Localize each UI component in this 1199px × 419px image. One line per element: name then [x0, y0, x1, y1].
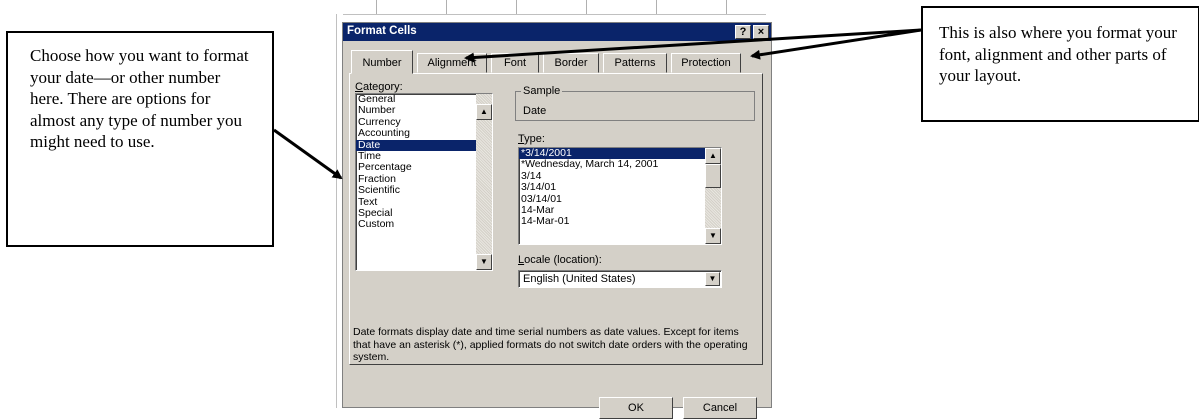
arrow-to-category-list [273, 128, 343, 180]
scroll-up-arrow-icon[interactable]: ▲ [476, 104, 492, 120]
tab-protection[interactable]: Protection [671, 53, 741, 73]
close-button[interactable]: × [753, 25, 769, 39]
type-item[interactable]: *Wednesday, March 14, 2001 [519, 158, 721, 170]
callout-category-text: Choose how you want to format your date—… [30, 46, 249, 151]
scrollbar-thumb[interactable] [705, 164, 721, 188]
callout-tabs-hint: This is also where you format your font,… [921, 6, 1199, 122]
callout-tabs-text: This is also where you format your font,… [939, 23, 1177, 85]
type-label: Type: [518, 133, 545, 145]
scroll-up-arrow-icon[interactable]: ▲ [705, 148, 721, 164]
arrow-to-protection-tab [750, 28, 922, 60]
category-label: Category: [355, 81, 403, 93]
help-button[interactable]: ? [735, 25, 751, 39]
spreadsheet-header-strip [336, 0, 766, 15]
type-item[interactable]: 3/14/01 [519, 181, 721, 193]
format-description: Date formats display date and time seria… [353, 326, 748, 363]
tab-border[interactable]: Border [543, 53, 599, 73]
category-listbox[interactable]: General Number Currency Accounting Date … [355, 93, 493, 271]
dialog-titlebar[interactable]: Format Cells ? × [343, 23, 771, 41]
type-item[interactable]: 14-Mar-01 [519, 215, 721, 227]
locale-value: English (United States) [523, 273, 636, 285]
format-cells-dialog: Format Cells ? × Number Alignment Font B… [342, 22, 772, 419]
dialog-title: Format Cells [347, 25, 417, 37]
cancel-button[interactable]: Cancel [683, 397, 757, 419]
scroll-down-arrow-icon[interactable]: ▼ [705, 228, 721, 244]
type-scrollbar[interactable]: ▲ ▼ [705, 148, 721, 244]
dropdown-arrow-icon[interactable]: ▼ [705, 272, 720, 286]
ok-button[interactable]: OK [599, 397, 673, 419]
tab-patterns[interactable]: Patterns [603, 53, 667, 73]
tab-font[interactable]: Font [491, 53, 539, 73]
tab-number[interactable]: Number [351, 50, 413, 74]
category-scrollbar[interactable]: ▲ ▼ [476, 94, 492, 270]
sample-value: Date [523, 105, 547, 117]
callout-category-hint: Choose how you want to format your date—… [6, 31, 274, 247]
category-item[interactable]: Accounting [356, 127, 492, 139]
tab-alignment[interactable]: Alignment [417, 53, 487, 73]
category-item[interactable]: Custom [356, 218, 492, 230]
sample-legend: Sample [521, 85, 563, 97]
locale-label: Locale (location): [518, 254, 602, 266]
locale-dropdown[interactable]: English (United States) ▼ [518, 270, 722, 288]
scroll-down-arrow-icon[interactable]: ▼ [476, 254, 492, 270]
category-item[interactable]: Scientific [356, 184, 492, 196]
type-listbox[interactable]: *3/14/2001 *Wednesday, March 14, 2001 3/… [518, 147, 722, 245]
